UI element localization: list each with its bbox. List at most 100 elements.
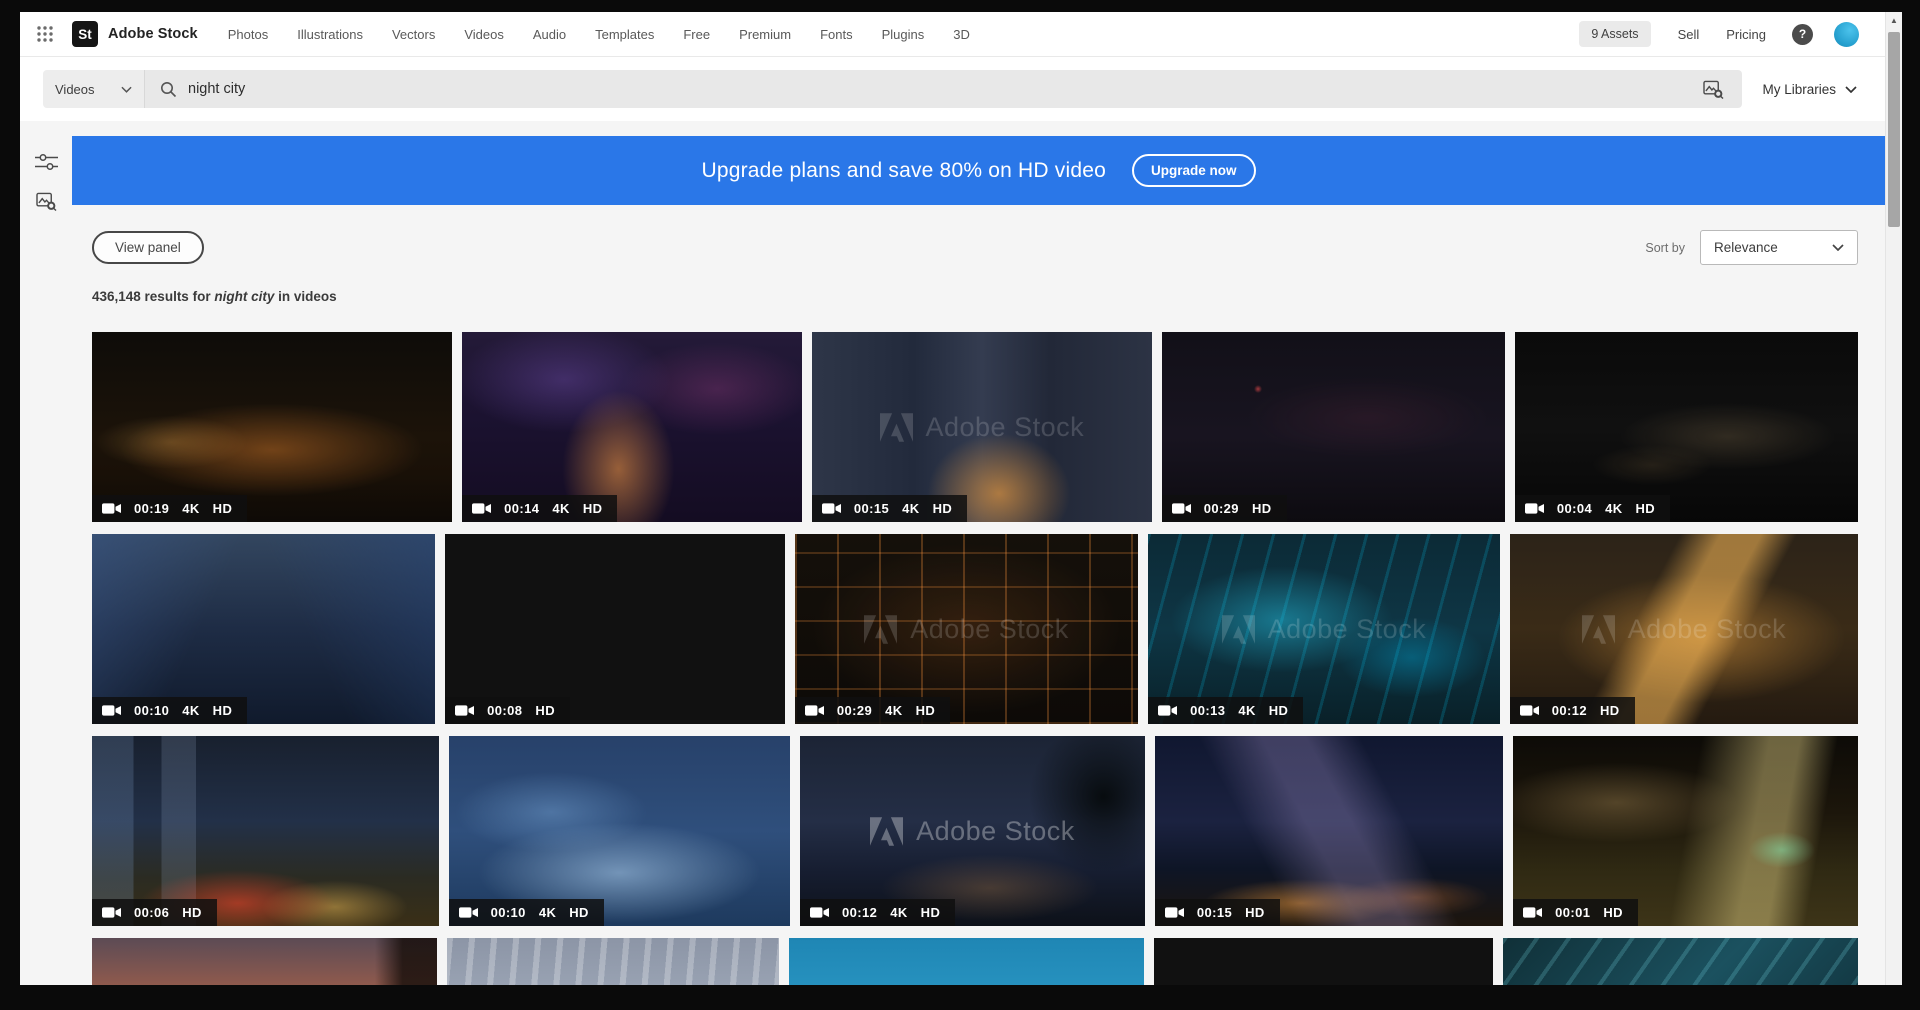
video-quality-tags: HD bbox=[182, 905, 202, 920]
pricing-link[interactable]: Pricing bbox=[1726, 27, 1766, 42]
results-toolbar: View panel Sort by Relevance bbox=[92, 230, 1858, 265]
filters-icon[interactable] bbox=[35, 153, 58, 175]
video-thumbnail-dubai-purple-towers[interactable]: Adobe Stock 00:14 4KHD bbox=[462, 332, 802, 522]
video-meta-badge: 00:15 4KHD bbox=[812, 495, 967, 522]
video-quality-tags: 4KHD bbox=[182, 501, 232, 516]
video-duration: 00:04 bbox=[1557, 501, 1592, 516]
search-row: Videos My Libraries bbox=[20, 57, 1885, 121]
video-meta-badge: 00:12 HD bbox=[1510, 697, 1635, 724]
video-thumbnail-aerial-valley-dusk[interactable]: Adobe Stock 00:19 4KHD bbox=[92, 332, 452, 522]
video-thumbnail-golden-boulevard-aerial[interactable]: Adobe Stock 00:12 HD bbox=[1510, 534, 1858, 724]
search-icon bbox=[160, 81, 177, 98]
nav-item-premium[interactable]: Premium bbox=[739, 27, 791, 42]
adobe-stock-logo[interactable]: St Adobe Stock bbox=[72, 21, 198, 47]
app-launcher-icon[interactable] bbox=[36, 25, 54, 43]
quality-tag-4k: 4K bbox=[902, 501, 919, 516]
video-meta-badge: 00:14 4KHD bbox=[462, 495, 617, 522]
quality-tag-hd: HD bbox=[1269, 703, 1289, 718]
help-icon[interactable]: ? bbox=[1792, 24, 1813, 45]
my-libraries-button[interactable]: My Libraries bbox=[1756, 82, 1863, 97]
quality-tag-4k: 4K bbox=[552, 501, 569, 516]
adobe-logo-icon bbox=[864, 615, 897, 644]
adobe-stock-watermark: Adobe Stock bbox=[1510, 534, 1858, 724]
video-quality-tags: 4KHD bbox=[1605, 501, 1655, 516]
nav-item-vectors[interactable]: Vectors bbox=[392, 27, 435, 42]
video-meta-badge: 00:10 4KHD bbox=[449, 899, 604, 926]
video-thumbnail-woman-night-street[interactable]: Adobe Stock 00:08 HD bbox=[445, 534, 785, 724]
nav-item-illustrations[interactable]: Illustrations bbox=[297, 27, 363, 42]
quality-tag-4k: 4K bbox=[182, 703, 199, 718]
main-area: Upgrade plans and save 80% on HD video U… bbox=[20, 121, 1885, 985]
scrollbar-thumb[interactable] bbox=[1888, 32, 1900, 227]
video-camera-icon bbox=[459, 907, 478, 918]
video-thumbnail-dusk-sky-tree[interactable]: Adobe Stock 00:12 4KHD bbox=[800, 736, 1145, 926]
search-by-image-icon[interactable] bbox=[36, 192, 57, 214]
view-panel-button[interactable]: View panel bbox=[92, 231, 204, 264]
results-count-text: 436,148 results for bbox=[92, 289, 214, 304]
video-meta-badge: 00:10 4KHD bbox=[92, 697, 247, 724]
video-camera-icon bbox=[102, 705, 121, 716]
video-thumbnail-night-aerial-sparse-lights[interactable]: Adobe Stock 00:04 4KHD bbox=[1515, 332, 1858, 522]
video-duration: 00:15 bbox=[1197, 905, 1232, 920]
nav-item-fonts[interactable]: Fonts bbox=[820, 27, 853, 42]
video-thumbnail-teal-sky-tower[interactable]: Adobe Stock bbox=[789, 938, 1144, 985]
quality-tag-4k: 4K bbox=[1605, 501, 1622, 516]
search-input[interactable] bbox=[188, 81, 1680, 97]
adobe-stock-watermark: Adobe Stock bbox=[1148, 534, 1500, 724]
quality-tag-hd: HD bbox=[1603, 905, 1623, 920]
nav-item-templates[interactable]: Templates bbox=[595, 27, 654, 42]
quality-tag-hd: HD bbox=[182, 905, 202, 920]
video-thumbnail-skyscrapers-low-angle[interactable]: Adobe Stock 00:10 4KHD bbox=[92, 534, 435, 724]
visual-search-icon[interactable] bbox=[1691, 80, 1736, 99]
video-thumbnail-aerial-grid-night[interactable]: Adobe Stock 00:29 4KHD bbox=[795, 534, 1138, 724]
sort-value: Relevance bbox=[1714, 240, 1778, 255]
adobe-logo-icon bbox=[880, 413, 913, 442]
sort-select[interactable]: Relevance bbox=[1700, 230, 1858, 265]
scrollbar[interactable]: ▲ bbox=[1885, 12, 1902, 985]
video-thumbnail-city-highway-night[interactable]: Adobe Stock 00:01 HD bbox=[1513, 736, 1858, 926]
user-avatar[interactable] bbox=[1834, 22, 1859, 47]
video-duration: 00:08 bbox=[487, 703, 522, 718]
video-duration: 00:19 bbox=[134, 501, 169, 516]
results-caption: 436,148 results for night city in videos bbox=[92, 289, 1858, 304]
video-thumbnail-sunrise-over-city[interactable]: Adobe Stock bbox=[1154, 938, 1492, 985]
video-thumbnail-dark-skyline[interactable]: Adobe Stock 00:29 HD bbox=[1162, 332, 1505, 522]
video-meta-badge: 00:15 HD bbox=[1155, 899, 1280, 926]
video-thumbnail-snowy-blue-city[interactable]: Adobe Stock 00:10 4KHD bbox=[449, 736, 790, 926]
video-duration: 00:29 bbox=[837, 703, 872, 718]
assets-button[interactable]: 9 Assets bbox=[1579, 21, 1650, 47]
quality-tag-hd: HD bbox=[921, 905, 941, 920]
nav-item-videos[interactable]: Videos bbox=[464, 27, 504, 42]
video-camera-icon bbox=[1158, 705, 1177, 716]
video-duration: 00:13 bbox=[1190, 703, 1225, 718]
video-thumbnail-cyan-aerial-city[interactable]: Adobe Stock 00:13 4KHD bbox=[1148, 534, 1500, 724]
video-camera-icon bbox=[1520, 705, 1539, 716]
quality-tag-hd: HD bbox=[569, 905, 589, 920]
nav-item-3d[interactable]: 3D bbox=[953, 27, 970, 42]
video-thumbnail-la-downtown-traffic[interactable]: Adobe Stock 00:06 HD bbox=[92, 736, 439, 926]
my-libraries-label: My Libraries bbox=[1762, 82, 1836, 97]
video-thumbnail-downtown-canyon-dusk[interactable]: Adobe Stock 00:15 4KHD bbox=[812, 332, 1152, 522]
sell-link[interactable]: Sell bbox=[1678, 27, 1700, 42]
video-thumbnail-sunset-silhouette[interactable]: Adobe Stock bbox=[92, 938, 437, 985]
video-duration: 00:06 bbox=[134, 905, 169, 920]
nav-item-photos[interactable]: Photos bbox=[228, 27, 268, 42]
video-thumbnail-gray-city-aerial[interactable]: Adobe Stock bbox=[447, 938, 779, 985]
video-quality-tags: HD bbox=[1600, 703, 1620, 718]
upgrade-now-button[interactable]: Upgrade now bbox=[1132, 154, 1256, 187]
sort-by-label: Sort by bbox=[1645, 241, 1685, 255]
nav-item-plugins[interactable]: Plugins bbox=[882, 27, 925, 42]
quality-tag-4k: 4K bbox=[890, 905, 907, 920]
watermark-text: Adobe Stock bbox=[1628, 614, 1787, 645]
adobe-logo-icon bbox=[1582, 615, 1615, 644]
watermark-text: Adobe Stock bbox=[910, 614, 1069, 645]
search-category-select[interactable]: Videos bbox=[43, 70, 145, 108]
watermark-text: Adobe Stock bbox=[926, 412, 1085, 443]
quality-tag-4k: 4K bbox=[182, 501, 199, 516]
nav-item-audio[interactable]: Audio bbox=[533, 27, 566, 42]
nav-item-free[interactable]: Free bbox=[683, 27, 710, 42]
video-meta-badge: 00:29 HD bbox=[1162, 495, 1287, 522]
video-thumbnail-teal-city-pattern[interactable]: Adobe Stock bbox=[1503, 938, 1858, 985]
scroll-up-icon[interactable]: ▲ bbox=[1886, 12, 1902, 29]
video-thumbnail-milky-way-valley[interactable]: Adobe Stock 00:15 HD bbox=[1155, 736, 1503, 926]
